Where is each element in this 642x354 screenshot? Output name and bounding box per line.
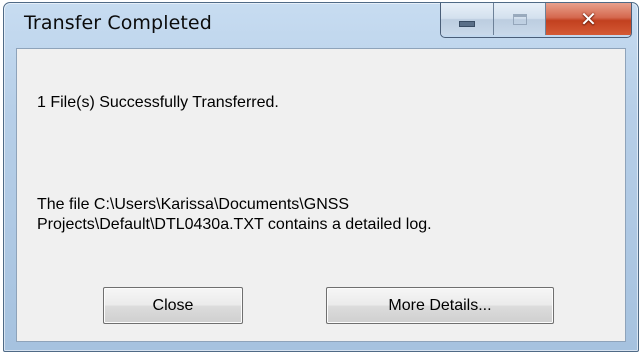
maximize-icon: [512, 13, 527, 25]
maximize-button[interactable]: [493, 3, 545, 35]
log-line-1: The file C:\Users\Karissa\Documents\GNSS: [37, 196, 350, 213]
dialog-content: 1 File(s) Successfully Transferred. The …: [16, 48, 626, 342]
transfer-summary: 1 File(s) Successfully Transferred.: [37, 94, 279, 111]
more-details-button[interactable]: More Details...: [326, 287, 554, 324]
log-file-message: The file C:\Users\Karissa\Documents\GNSS…: [37, 195, 607, 235]
log-line-2: Projects\Default\DTL0430a.TXT contains a…: [37, 216, 432, 233]
minimize-icon: [459, 21, 475, 27]
close-window-button[interactable]: ✕: [545, 3, 631, 35]
close-icon: ✕: [580, 6, 597, 31]
dialog-window: Transfer Completed ✕ 1 File(s) Successfu…: [3, 2, 639, 352]
caption-buttons: ✕: [440, 3, 632, 38]
window-title: Transfer Completed: [24, 12, 212, 34]
title-bar[interactable]: Transfer Completed ✕: [4, 3, 638, 47]
minimize-button[interactable]: [441, 3, 493, 35]
close-button[interactable]: Close: [103, 287, 243, 324]
